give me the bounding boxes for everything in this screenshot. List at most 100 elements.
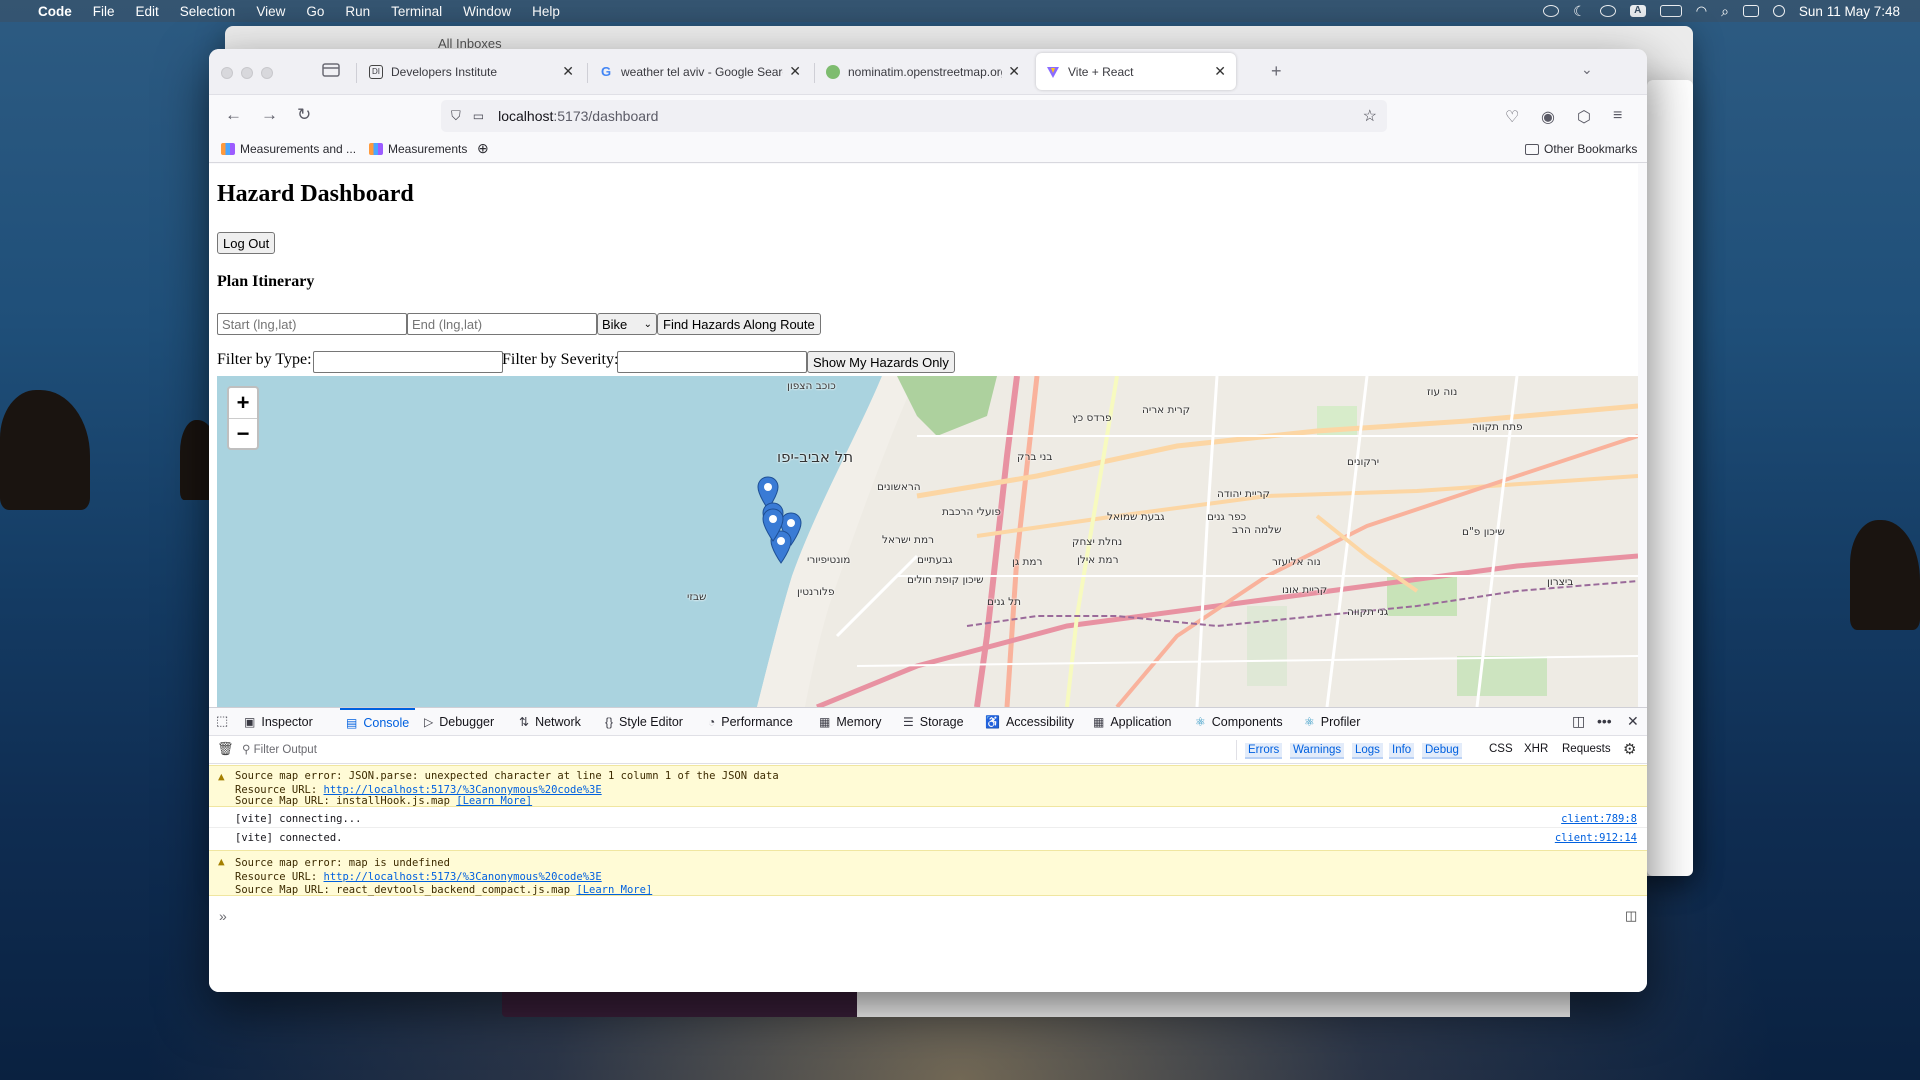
level-warnings[interactable]: Warnings bbox=[1290, 743, 1345, 759]
menubar-clock[interactable]: Sun 11 May 7:48 bbox=[1799, 4, 1900, 19]
more-options-icon[interactable]: ••• bbox=[1597, 713, 1612, 729]
filter-requests[interactable]: Requests bbox=[1562, 743, 1611, 755]
menu-go[interactable]: Go bbox=[306, 4, 324, 19]
tab-console[interactable]: ▤ Console bbox=[340, 708, 416, 736]
close-tab-icon[interactable]: ✕ bbox=[789, 63, 801, 80]
hazard-map[interactable]: כוכב הצפון פרדס כץ קרית אריה נוה עוז תל אביב… bbox=[217, 376, 1638, 707]
learn-more-link[interactable]: [Learn More] bbox=[456, 795, 532, 807]
new-tab-icon[interactable]: + bbox=[1271, 61, 1282, 82]
resource-url-link[interactable]: http://localhost:5173/%3Canonymous%20cod… bbox=[324, 871, 602, 883]
console-input[interactable] bbox=[239, 904, 1609, 926]
list-all-tabs-icon[interactable]: ⌄ bbox=[1581, 61, 1593, 78]
editor-mode-icon[interactable]: ◫ bbox=[1625, 908, 1637, 924]
dock-side-icon[interactable]: ◫ bbox=[1572, 713, 1585, 730]
tab-network[interactable]: ⇅ Network bbox=[519, 708, 581, 736]
tab-application[interactable]: ▦ Application bbox=[1093, 708, 1172, 736]
page-info-icon[interactable]: ▭ bbox=[473, 109, 484, 123]
find-hazards-button[interactable]: Find Hazards Along Route bbox=[657, 313, 821, 335]
zoom-window-button[interactable] bbox=[261, 67, 273, 79]
tab-google-search[interactable]: G weather tel aviv - Google Search ✕ bbox=[589, 53, 811, 90]
menu-selection[interactable]: Selection bbox=[180, 4, 236, 19]
status-icon[interactable] bbox=[1543, 5, 1560, 17]
zoom-in-button[interactable]: + bbox=[229, 388, 257, 418]
account-icon[interactable]: ◉ bbox=[1541, 107, 1555, 127]
keyboard-input-icon[interactable]: A bbox=[1629, 5, 1646, 17]
menu-run[interactable]: Run bbox=[345, 4, 370, 19]
forward-icon[interactable]: → bbox=[261, 105, 278, 125]
menu-file[interactable]: File bbox=[93, 4, 115, 19]
pocket-icon[interactable]: ♡ bbox=[1505, 107, 1519, 127]
learn-more-link[interactable]: [Learn More] bbox=[576, 884, 652, 896]
tab-storage[interactable]: ☰ Storage bbox=[903, 708, 964, 736]
console-settings-gear-icon[interactable]: ⚙ bbox=[1623, 740, 1636, 758]
log-source-link[interactable]: client:912:14 bbox=[1555, 831, 1637, 845]
moon-icon[interactable]: ☾ bbox=[1573, 3, 1586, 20]
menu-view[interactable]: View bbox=[256, 4, 285, 19]
filter-xhr[interactable]: XHR bbox=[1524, 743, 1548, 755]
tab-nominatim[interactable]: nominatim.openstreetmap.org/r ✕ bbox=[816, 53, 1030, 90]
map-place-label: ביצרון bbox=[1547, 576, 1574, 588]
zoom-out-button[interactable]: − bbox=[229, 418, 257, 448]
tab-accessibility[interactable]: ♿ Accessibility bbox=[985, 708, 1074, 736]
level-errors[interactable]: Errors bbox=[1245, 743, 1283, 759]
filter-css[interactable]: CSS bbox=[1489, 743, 1513, 755]
siri-icon[interactable] bbox=[1772, 5, 1785, 17]
tab-vite-react[interactable]: Vite + React ✕ bbox=[1036, 53, 1236, 90]
level-logs[interactable]: Logs bbox=[1352, 743, 1383, 759]
log-source-link[interactable]: client:789:8 bbox=[1561, 812, 1637, 826]
menu-help[interactable]: Help bbox=[532, 4, 560, 19]
globe-icon[interactable]: ⊕ bbox=[477, 140, 489, 157]
tab-inspector[interactable]: ▣ Inspector bbox=[244, 708, 313, 736]
tab-developers-institute[interactable]: DI Developers Institute ✕ bbox=[359, 53, 584, 90]
menu-hamburger-icon[interactable]: ≡ bbox=[1613, 107, 1622, 125]
battery-icon[interactable] bbox=[1659, 5, 1682, 17]
background-window-edge[interactable] bbox=[1647, 80, 1693, 876]
bookmark-measurements-and[interactable]: Measurements and ... bbox=[221, 142, 356, 156]
control-center-icon[interactable] bbox=[1742, 5, 1759, 17]
travel-mode-select[interactable]: Bike ⌄ bbox=[597, 313, 657, 335]
close-window-button[interactable] bbox=[221, 67, 233, 79]
tracking-protection-icon[interactable]: ⛉ bbox=[451, 108, 461, 124]
start-input[interactable] bbox=[217, 313, 407, 335]
bookmark-star-icon[interactable]: ☆ bbox=[1363, 106, 1377, 126]
logout-button[interactable]: Log Out bbox=[217, 232, 276, 254]
console-prompt-icon[interactable]: » bbox=[219, 908, 227, 924]
hazard-marker-icon[interactable] bbox=[762, 508, 784, 542]
tab-performance[interactable]: ◔ Performance bbox=[708, 708, 793, 736]
level-info[interactable]: Info bbox=[1389, 743, 1415, 759]
reload-icon[interactable]: ↻ bbox=[297, 105, 311, 125]
pick-element-icon[interactable]: ⬚ bbox=[216, 713, 228, 729]
end-input[interactable] bbox=[407, 313, 597, 335]
bookmark-measurements[interactable]: Measurements bbox=[369, 142, 467, 156]
filter-severity-input[interactable] bbox=[617, 351, 807, 373]
extensions-icon[interactable]: ⬡ bbox=[1577, 107, 1591, 127]
menu-window[interactable]: Window bbox=[463, 4, 511, 19]
trash-icon[interactable]: 🗑 bbox=[217, 741, 234, 757]
url-bar[interactable]: ⛉ ▭ localhost:5173/dashboard ☆ bbox=[441, 100, 1387, 132]
tab-profiler[interactable]: ⚛ Profiler bbox=[1304, 708, 1360, 736]
tab-components[interactable]: ⚛ Components bbox=[1195, 708, 1283, 736]
tab-memory[interactable]: ▦ Memory bbox=[819, 708, 882, 736]
tab-style-editor[interactable]: {} Style Editor bbox=[605, 708, 683, 736]
menu-edit[interactable]: Edit bbox=[136, 4, 159, 19]
show-my-hazards-button[interactable]: Show My Hazards Only bbox=[807, 351, 955, 373]
menu-app-name[interactable]: Code bbox=[38, 4, 72, 19]
play-icon[interactable] bbox=[1599, 5, 1616, 17]
close-tab-icon[interactable]: ✕ bbox=[1214, 63, 1226, 80]
map-place-label: שלמה הרב bbox=[1232, 524, 1282, 536]
minimize-window-button[interactable] bbox=[241, 67, 253, 79]
close-tab-icon[interactable]: ✕ bbox=[1008, 63, 1020, 80]
wifi-icon[interactable]: ◠ bbox=[1696, 3, 1707, 19]
tab-debugger[interactable]: ▷ Debugger bbox=[424, 708, 494, 736]
filter-output-input[interactable]: ⚲ Filter Output bbox=[242, 742, 317, 756]
tab-overview-icon[interactable] bbox=[321, 61, 343, 79]
close-tab-icon[interactable]: ✕ bbox=[562, 63, 574, 80]
spotlight-search-icon[interactable]: ⌕ bbox=[1721, 3, 1729, 20]
map-place-label: תל אביב-יפו bbox=[777, 448, 854, 466]
close-devtools-icon[interactable]: ✕ bbox=[1627, 713, 1639, 730]
filter-type-input[interactable] bbox=[313, 351, 503, 373]
other-bookmarks[interactable]: Other Bookmarks bbox=[1525, 142, 1637, 156]
back-icon[interactable]: ← bbox=[225, 105, 242, 125]
menu-terminal[interactable]: Terminal bbox=[391, 4, 442, 19]
level-debug[interactable]: Debug bbox=[1422, 743, 1462, 759]
